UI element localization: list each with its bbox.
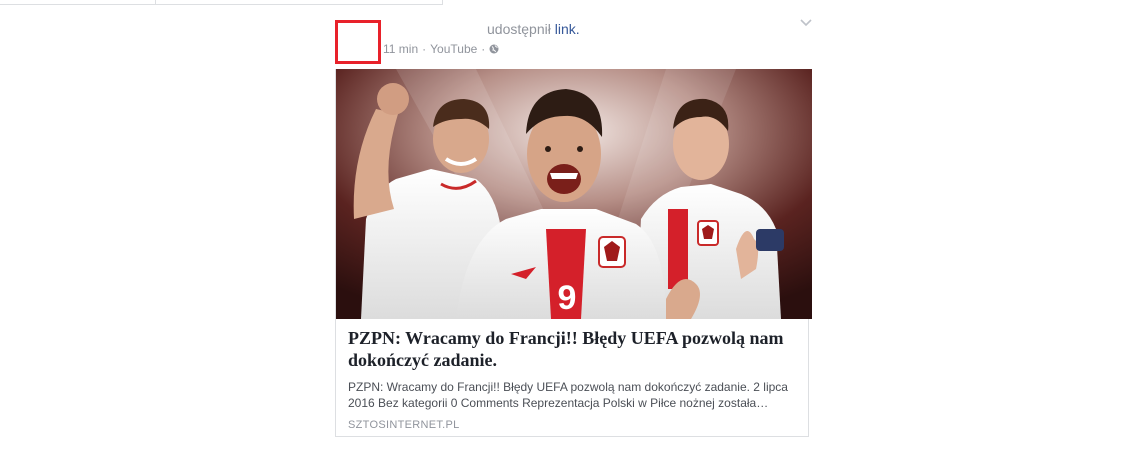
shared-text: udostępnił	[487, 21, 551, 37]
globe-icon[interactable]	[489, 44, 499, 54]
link-description: PZPN: Wracamy do Francji!! Błędy UEFA po…	[348, 380, 788, 410]
link-preview-image[interactable]: 9	[336, 69, 812, 319]
avatar[interactable]	[335, 20, 381, 64]
link-title[interactable]: PZPN: Wracamy do Francji!! Błędy UEFA po…	[348, 327, 803, 371]
post-source[interactable]: YouTube	[430, 42, 477, 56]
link-domain: SZTOSINTERNET.PL	[348, 419, 460, 431]
link-preview-card[interactable]: 9 PZPN: Wracamy do Francji!! Błędy UEFA …	[335, 69, 812, 437]
top-strip-divider	[155, 0, 156, 4]
meta-separator: ·	[422, 42, 427, 56]
post-meta: 11 min · YouTube ·	[383, 42, 499, 56]
post-timestamp[interactable]: 11 min	[383, 42, 418, 56]
feed-post: udostępnił link. 11 min · YouTube · 9 PZ…	[322, 0, 822, 475]
link-preview-body: PZPN: Wracamy do Francji!! Błędy UEFA po…	[348, 327, 803, 431]
shared-link[interactable]: link.	[555, 21, 580, 37]
chevron-down-icon[interactable]	[800, 18, 812, 28]
post-header: udostępnił link.	[487, 21, 580, 37]
jersey-number: 9	[558, 279, 577, 317]
players-photo: 9	[336, 69, 812, 319]
meta-separator-2: ·	[481, 42, 486, 56]
